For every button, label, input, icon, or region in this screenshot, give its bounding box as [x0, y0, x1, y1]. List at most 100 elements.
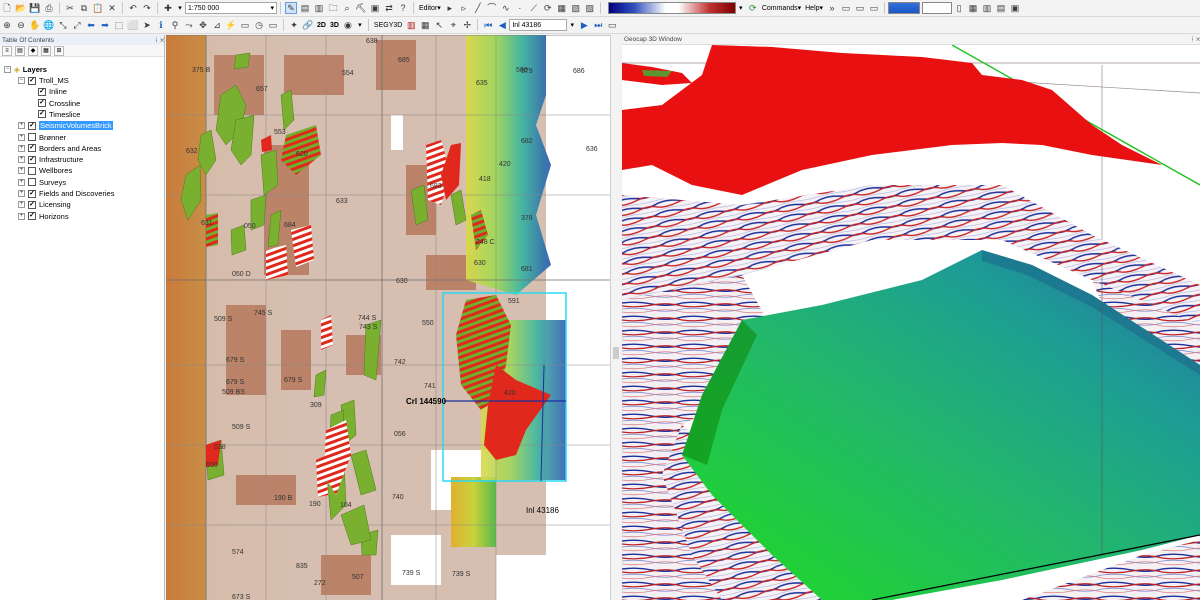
add-data-icon[interactable]: ✚	[162, 2, 174, 14]
layer-visibility-checkbox[interactable]: ✓	[28, 121, 36, 130]
toc-layer-8[interactable]: + Wellbores	[18, 165, 72, 176]
undo-icon[interactable]: ↶	[127, 2, 139, 14]
overflow-icon[interactable]: »	[826, 2, 838, 14]
mode-3d-button[interactable]: 3D	[328, 22, 341, 29]
geocap-wand-icon[interactable]: ✦	[288, 19, 300, 31]
expand-icon[interactable]: +	[18, 201, 25, 209]
line-options-icon[interactable]: ▭	[606, 19, 618, 31]
layer-visibility-checkbox[interactable]: ✓	[28, 155, 36, 164]
inline-number-field[interactable]: Inl 43186	[509, 19, 568, 31]
layer-visibility-checkbox[interactable]: ✓	[38, 110, 46, 119]
pan-3d-icon[interactable]: ▭	[840, 2, 852, 14]
delete-icon[interactable]: ✕	[106, 2, 118, 14]
seismic-probe-icon[interactable]: ⌖	[447, 19, 459, 31]
map-scale-combobox[interactable]: 1:750 000 ▾	[185, 2, 277, 14]
collapse-icon[interactable]: −	[18, 77, 25, 84]
layer-visibility-checkbox[interactable]: ✓	[28, 144, 36, 153]
settings-icon[interactable]: ▣	[1009, 2, 1021, 14]
editor-toolbar-icon[interactable]: ✎	[285, 2, 297, 14]
search-window-icon[interactable]: ⌕	[341, 2, 353, 14]
seismic-view-icon[interactable]: ▥	[405, 19, 417, 31]
time-slider-icon[interactable]: ◷	[253, 19, 265, 31]
redo-icon[interactable]: ↷	[141, 2, 153, 14]
zoom-in-icon[interactable]: ⊕	[1, 19, 13, 31]
select-features-icon[interactable]: ⬚	[113, 19, 125, 31]
point-icon[interactable]: ·	[514, 2, 526, 14]
geocap-globe-icon[interactable]: ◉	[342, 19, 354, 31]
editor-menu[interactable]: Editor▾	[417, 4, 443, 12]
open-icon[interactable]: 📂	[15, 2, 27, 14]
toc-layer-11[interactable]: + ✓ Licensing	[18, 199, 71, 210]
fixed-zoom-out-icon[interactable]: ⤢	[71, 19, 83, 31]
map-view[interactable]: 638 685 586 579 686 375 B 554 635 657 682 636 632 55…	[166, 35, 610, 600]
toc-layer-2[interactable]: ✓ Crossline	[38, 98, 80, 109]
seismic-color-ramp[interactable]	[607, 2, 736, 14]
map-scrollbar[interactable]	[610, 35, 621, 600]
measure-icon[interactable]: ⊿	[211, 19, 223, 31]
model-builder-icon[interactable]: ⇄	[383, 2, 395, 14]
layer-visibility-checkbox[interactable]: ✓	[38, 99, 46, 108]
expand-icon[interactable]: +	[18, 122, 25, 130]
rotate-icon[interactable]: ⟳	[542, 2, 554, 14]
select-elements-icon[interactable]: ➤	[141, 19, 153, 31]
pan-icon[interactable]: ✋	[29, 19, 41, 31]
refresh-icon[interactable]: ⟳	[747, 2, 759, 14]
back-extent-icon[interactable]: ⬅	[85, 19, 97, 31]
toc-layer-0[interactable]: − ✓ Troll_MS	[18, 75, 69, 86]
first-line-icon[interactable]: ⏮	[482, 19, 494, 31]
help-menu[interactable]: Help▾	[803, 4, 825, 12]
help-icon[interactable]: ?	[397, 2, 409, 14]
grid-view-icon[interactable]: ▦	[967, 2, 979, 14]
last-line-icon[interactable]: ⏭	[592, 19, 604, 31]
toc-options-icon[interactable]: ⊞	[54, 45, 64, 56]
catalog-icon[interactable]: 🗀	[327, 2, 339, 14]
surface-color-swatch[interactable]	[888, 2, 921, 14]
geocap-dropdown-icon[interactable]: ▾	[355, 19, 365, 31]
python-icon[interactable]: ▣	[369, 2, 381, 14]
pin-icon[interactable]: ᚿ	[1190, 36, 1194, 43]
arctoolbox-icon[interactable]: ⛏	[355, 2, 367, 14]
new-document-icon[interactable]: 🗋	[1, 2, 13, 14]
seismic-pointer-icon[interactable]: ↖	[433, 19, 445, 31]
layer-visibility-checkbox[interactable]	[28, 133, 36, 141]
full-extent-icon[interactable]: 🌐	[43, 19, 55, 31]
hyperlink-icon[interactable]: ⚡	[225, 19, 237, 31]
identify-icon[interactable]: ℹ	[155, 19, 167, 31]
expand-icon[interactable]: +	[18, 156, 25, 164]
list-by-selection-icon[interactable]: ▦	[41, 45, 51, 56]
toc-window-icon[interactable]: ▥	[313, 2, 325, 14]
toc-layer-1[interactable]: ✓ Inline	[38, 86, 67, 97]
save-icon[interactable]: 💾	[29, 2, 41, 14]
find-icon[interactable]: ⚲	[169, 19, 181, 31]
next-line-icon[interactable]: ▶	[578, 19, 590, 31]
list-by-source-icon[interactable]: ▤	[15, 45, 25, 56]
orbit-3d-icon[interactable]: ▭	[868, 2, 880, 14]
geocap-3d-window[interactable]: Geocap 3D Window ᚿ ✕	[622, 35, 1200, 600]
expand-icon[interactable]: +	[18, 178, 25, 186]
layer-visibility-checkbox[interactable]: ✓	[38, 87, 46, 96]
map-canvas[interactable]: 638685586579 686375 B 55463565768263663255…	[166, 35, 610, 600]
print-icon[interactable]: ⎙	[43, 2, 55, 14]
layout-view-icon[interactable]: ▯	[953, 2, 965, 14]
expand-icon[interactable]: +	[18, 167, 25, 175]
forward-extent-icon[interactable]: ➡	[99, 19, 111, 31]
toc-root-layers[interactable]: − ◈ Layers	[4, 64, 47, 75]
fixed-zoom-in-icon[interactable]: ⤡	[57, 19, 69, 31]
toc-layer-12[interactable]: + ✓ Horizons	[18, 211, 69, 222]
toc-layer-5[interactable]: + Brønner	[18, 132, 66, 143]
color-ramp-dropdown-icon[interactable]: ▾	[736, 2, 746, 14]
toc-layer-10[interactable]: + ✓ Fields and Discoveries	[18, 188, 114, 199]
seismic-plus-icon[interactable]: ✢	[461, 19, 473, 31]
layer-visibility-checkbox[interactable]	[28, 166, 36, 175]
split-icon[interactable]: ⟋	[528, 2, 540, 14]
list-by-visibility-icon[interactable]: ◆	[28, 45, 38, 56]
layer-visibility-checkbox[interactable]: ✓	[28, 200, 36, 209]
split-view-icon[interactable]: ▥	[981, 2, 993, 14]
3d-scene-canvas[interactable]	[622, 35, 1200, 600]
pin-icon[interactable]: ᚿ	[154, 37, 158, 44]
layer-visibility-checkbox[interactable]: ✓	[28, 212, 36, 221]
layer-visibility-checkbox[interactable]: ✓	[28, 189, 36, 198]
trace-icon[interactable]: ∿	[500, 2, 512, 14]
zoom-out-icon[interactable]: ⊖	[15, 19, 27, 31]
mode-2d-button[interactable]: 2D	[315, 22, 328, 29]
